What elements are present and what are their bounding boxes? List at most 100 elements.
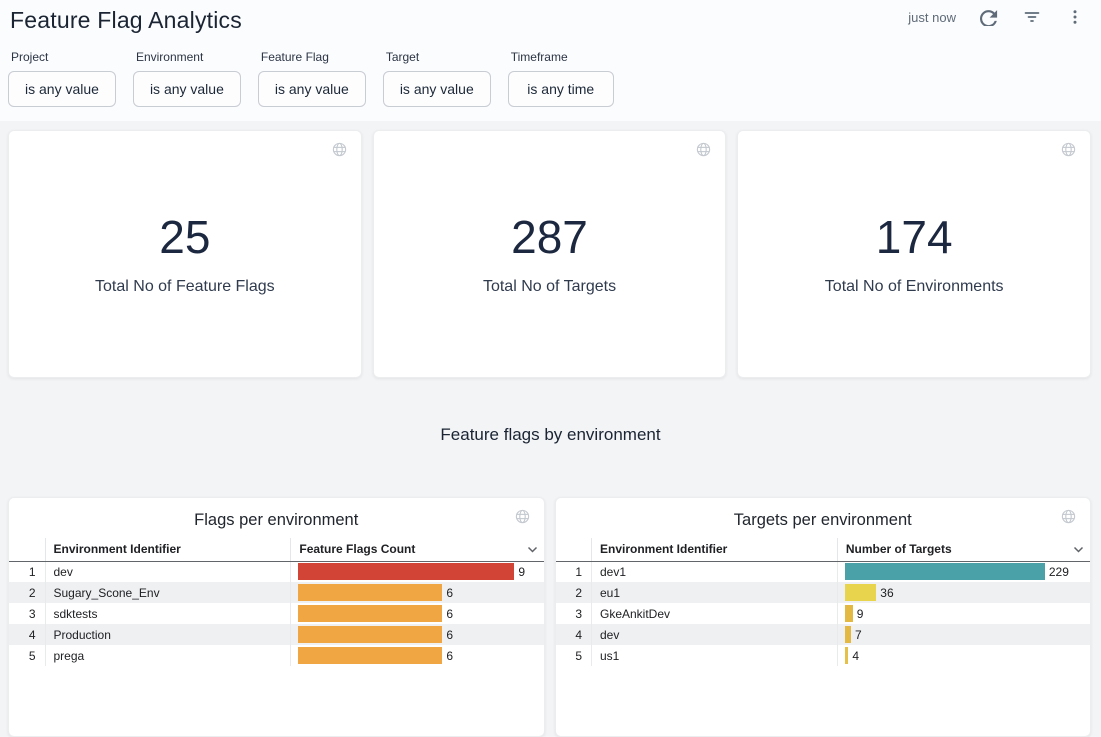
- row-index: 2: [9, 582, 45, 603]
- value-bar: [845, 626, 851, 643]
- environment-identifier-cell[interactable]: eu1: [592, 582, 838, 603]
- row-index-header: [9, 538, 45, 561]
- table-row[interactable]: 2eu1 36: [556, 582, 1091, 603]
- row-index-header: [556, 538, 592, 561]
- globe-icon: [331, 141, 348, 158]
- globe-icon: [514, 508, 531, 525]
- tile-flags-per-environment: Flags per environment Environment Identi…: [8, 497, 545, 737]
- row-index: 1: [556, 561, 592, 582]
- value-label: 229: [1049, 565, 1069, 579]
- value-bar: [845, 647, 848, 664]
- value-label: 9: [857, 607, 864, 621]
- table-row[interactable]: 2Sugary_Scone_Env 6: [9, 582, 544, 603]
- filter-value-button[interactable]: is any value: [383, 71, 491, 107]
- column-header-measure[interactable]: Feature Flags Count: [291, 538, 544, 561]
- filter-value-button[interactable]: is any time: [508, 71, 614, 107]
- table-row[interactable]: 5prega6: [9, 645, 544, 666]
- value-label: 9: [518, 565, 525, 579]
- column-header-label: Feature Flags Count: [299, 542, 415, 556]
- filter-value-button[interactable]: is any value: [258, 71, 366, 107]
- bottom-tile-row: Flags per environment Environment Identi…: [8, 497, 1091, 737]
- row-index: 3: [556, 603, 592, 624]
- chevron-down-icon[interactable]: [527, 546, 538, 553]
- measure-bar-cell[interactable]: 36: [837, 582, 1090, 603]
- table-row[interactable]: 4dev 7: [556, 624, 1091, 645]
- value-bar: [298, 626, 442, 643]
- value-bar: [298, 605, 442, 622]
- table-row[interactable]: 1dev1 229: [556, 561, 1091, 582]
- kebab-menu-icon[interactable]: [1065, 7, 1085, 27]
- value-label: 6: [446, 586, 453, 600]
- table-row[interactable]: 3sdktests6: [9, 603, 544, 624]
- column-header-identifier[interactable]: Environment Identifier: [45, 538, 291, 561]
- last-refresh-text: just now: [908, 10, 956, 25]
- tile-targets-per-environment: Targets per environment Environment Iden…: [555, 497, 1092, 737]
- filter-value-button[interactable]: is any value: [133, 71, 241, 107]
- row-index: 5: [556, 645, 592, 666]
- value-bar: [298, 647, 442, 664]
- row-index: 2: [556, 582, 592, 603]
- row-index: 1: [9, 561, 45, 582]
- kpi-label: Total No of Feature Flags: [9, 278, 361, 296]
- value-label: 7: [855, 628, 862, 642]
- kpi-tile-feature-flags[interactable]: 25 Total No of Feature Flags: [8, 130, 362, 378]
- chevron-down-icon[interactable]: [1073, 546, 1084, 553]
- environment-identifier-cell[interactable]: Sugary_Scone_Env: [45, 582, 291, 603]
- measure-bar-cell[interactable]: 229: [837, 561, 1090, 582]
- measure-bar-cell[interactable]: 9: [837, 603, 1090, 624]
- value-bar: [845, 584, 876, 601]
- globe-icon: [695, 141, 712, 158]
- filter-label: Target: [386, 50, 491, 64]
- value-label: 6: [446, 628, 453, 642]
- flags-table: Environment Identifier Feature Flags Cou…: [9, 538, 544, 666]
- dashboard-filters-icon[interactable]: [1022, 7, 1042, 27]
- table-row[interactable]: 5us14: [556, 645, 1091, 666]
- measure-bar-cell[interactable]: 6: [291, 624, 544, 645]
- refresh-icon[interactable]: [979, 7, 999, 27]
- value-bar: [845, 563, 1045, 580]
- environment-identifier-cell[interactable]: GkeAnkitDev: [592, 603, 838, 624]
- globe-icon: [1060, 141, 1077, 158]
- filter-environment: Environment is any value: [133, 50, 241, 107]
- filter-label: Feature Flag: [261, 50, 366, 64]
- measure-bar-cell[interactable]: 4: [837, 645, 1090, 666]
- value-label: 36: [880, 586, 893, 600]
- filter-bar: Project is any value Environment is any …: [0, 34, 1101, 107]
- kpi-tile-environments[interactable]: 174 Total No of Environments: [737, 130, 1091, 378]
- row-index: 5: [9, 645, 45, 666]
- measure-bar-cell[interactable]: 6: [291, 645, 544, 666]
- measure-bar-cell[interactable]: 7: [837, 624, 1090, 645]
- filter-target: Target is any value: [383, 50, 491, 107]
- environment-identifier-cell[interactable]: us1: [592, 645, 838, 666]
- table-row[interactable]: 4Production6: [9, 624, 544, 645]
- environment-identifier-cell[interactable]: dev1: [592, 561, 838, 582]
- row-index: 3: [9, 603, 45, 624]
- table-row[interactable]: 1dev 9: [9, 561, 544, 582]
- dashboard-header: Feature Flag Analytics just now: [0, 0, 1101, 121]
- kpi-label: Total No of Environments: [738, 278, 1090, 296]
- table-header-row: Environment Identifier Feature Flags Cou…: [9, 538, 544, 561]
- filter-timeframe: Timeframe is any time: [508, 50, 614, 107]
- row-index: 4: [556, 624, 592, 645]
- filter-label: Project: [11, 50, 116, 64]
- kpi-tile-targets[interactable]: 287 Total No of Targets: [373, 130, 727, 378]
- environment-identifier-cell[interactable]: dev: [45, 561, 291, 582]
- section-title: Feature flags by environment: [0, 425, 1101, 451]
- measure-bar-cell[interactable]: 6: [291, 582, 544, 603]
- filter-label: Environment: [136, 50, 241, 64]
- table-header-row: Environment Identifier Number of Targets: [556, 538, 1091, 561]
- kpi-row: 25 Total No of Feature Flags 287 Total N…: [8, 130, 1091, 378]
- measure-bar-cell[interactable]: 9: [291, 561, 544, 582]
- environment-identifier-cell[interactable]: prega: [45, 645, 291, 666]
- filter-label: Timeframe: [511, 50, 614, 64]
- column-header-measure[interactable]: Number of Targets: [837, 538, 1090, 561]
- environment-identifier-cell[interactable]: dev: [592, 624, 838, 645]
- kpi-value: 287: [374, 213, 726, 261]
- table-row[interactable]: 3GkeAnkitDev 9: [556, 603, 1091, 624]
- column-header-identifier[interactable]: Environment Identifier: [592, 538, 838, 561]
- environment-identifier-cell[interactable]: sdktests: [45, 603, 291, 624]
- environment-identifier-cell[interactable]: Production: [45, 624, 291, 645]
- measure-bar-cell[interactable]: 6: [291, 603, 544, 624]
- kpi-value: 25: [9, 213, 361, 261]
- filter-value-button[interactable]: is any value: [8, 71, 116, 107]
